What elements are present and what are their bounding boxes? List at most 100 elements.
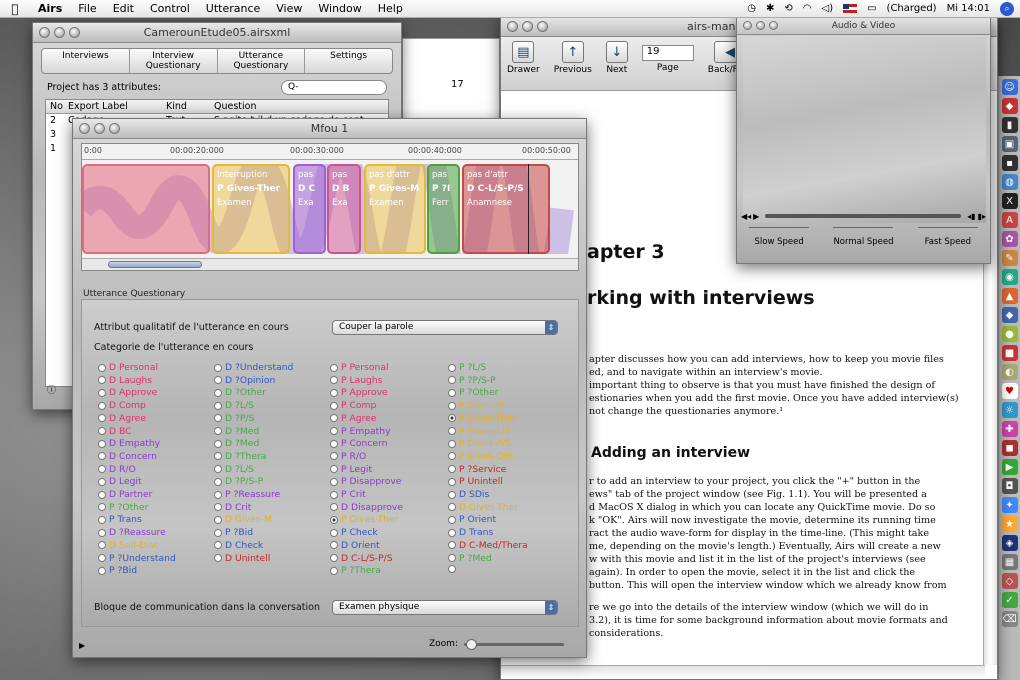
- col-export-label[interactable]: Export Label: [64, 100, 162, 113]
- category-radio[interactable]: P ?Understand: [98, 553, 176, 564]
- timeline[interactable]: 0:00 00:00:20:000 00:00:30:000 00:00:40:…: [81, 143, 579, 271]
- category-radio[interactable]: D Unintell: [214, 553, 270, 564]
- category-radio[interactable]: P Trans: [98, 514, 142, 525]
- radio-button[interactable]: [214, 477, 222, 486]
- playhead[interactable]: [528, 164, 529, 254]
- category-radio[interactable]: D ?P/S-P: [214, 476, 263, 487]
- radio-button[interactable]: [214, 376, 222, 385]
- app-icon-green[interactable]: ◉: [1001, 269, 1018, 285]
- clock-status-icon[interactable]: ◷: [747, 3, 756, 14]
- zoom-icon[interactable]: [69, 27, 80, 38]
- tab-utterance-questionary[interactable]: Utterance Questionary: [218, 49, 306, 73]
- category-radio[interactable]: P Crit: [330, 489, 366, 500]
- category-radio[interactable]: D Orient: [330, 540, 380, 551]
- col-question[interactable]: Question: [210, 100, 388, 113]
- radio-button[interactable]: [98, 490, 106, 499]
- app-icon-yellow[interactable]: ★: [1001, 516, 1018, 532]
- minimize-icon[interactable]: [522, 21, 533, 32]
- radio-button[interactable]: [214, 363, 222, 372]
- radio-button[interactable]: [214, 541, 222, 550]
- zoom-slider[interactable]: [463, 638, 564, 650]
- project-titlebar[interactable]: CamerounEtude05.airsxml: [33, 23, 401, 43]
- category-radio[interactable]: D Self-Disc: [98, 540, 159, 551]
- segment[interactable]: Interruption P Gives-Ther Examen: [212, 164, 290, 254]
- app-icon-red[interactable]: ◆: [1001, 98, 1018, 114]
- category-radio[interactable]: P R/O: [330, 451, 366, 462]
- menu-view[interactable]: View: [268, 2, 310, 15]
- zoom-icon[interactable]: [769, 21, 778, 30]
- close-icon[interactable]: [507, 21, 518, 32]
- drawer-button[interactable]: ▤ Drawer: [507, 41, 540, 75]
- radio-button[interactable]: [330, 388, 338, 397]
- app-icon-gray[interactable]: ▣: [1001, 136, 1018, 152]
- col-kind[interactable]: Kind: [162, 100, 210, 113]
- app-icon-blue2[interactable]: ✦: [1001, 497, 1018, 513]
- category-radio[interactable]: D C-L/S-P/S: [330, 553, 393, 564]
- radio-button[interactable]: [214, 503, 222, 512]
- radio-button[interactable]: [214, 427, 222, 435]
- search-input[interactable]: Q-: [281, 80, 387, 95]
- pencil-icon[interactable]: ✎: [1001, 250, 1018, 266]
- play-small-icon[interactable]: ▶: [79, 641, 85, 650]
- radio-button[interactable]: [214, 490, 222, 499]
- radio-button[interactable]: [330, 465, 338, 474]
- app-icon-green2[interactable]: ▶: [1001, 459, 1018, 475]
- x11-icon[interactable]: X: [1001, 193, 1018, 209]
- segment[interactable]: pas D C Exa: [293, 164, 326, 254]
- radio-button[interactable]: [448, 376, 456, 385]
- apple-menu-icon[interactable]: : [0, 2, 30, 16]
- radio-button[interactable]: [98, 414, 106, 423]
- zoom-icon[interactable]: [109, 123, 120, 134]
- category-radio[interactable]: D ?L/S: [214, 464, 254, 475]
- app-icon-maroon[interactable]: ◼: [1001, 440, 1018, 456]
- wifi-icon[interactable]: ◠: [803, 3, 812, 14]
- radio-button[interactable]: [330, 452, 338, 461]
- minimize-icon[interactable]: [756, 21, 765, 30]
- category-radio[interactable]: P Concern: [330, 438, 387, 449]
- sync-icon[interactable]: ⟲: [784, 3, 792, 14]
- radio-button[interactable]: [330, 427, 338, 435]
- step-forward-icon[interactable]: ▮▸: [978, 212, 986, 221]
- timeline-scrollbar[interactable]: [82, 258, 578, 270]
- radio-button[interactable]: [330, 528, 338, 537]
- app-icon-green3[interactable]: ✓: [1001, 592, 1018, 608]
- radio-button[interactable]: [330, 363, 338, 372]
- document-hscroll[interactable]: [501, 665, 985, 679]
- radio-button[interactable]: [98, 388, 106, 397]
- radio-button[interactable]: [98, 477, 106, 486]
- category-radio[interactable]: P Approve: [330, 387, 388, 398]
- category-radio[interactable]: P Disapprove: [330, 476, 401, 487]
- app-icon-pink[interactable]: ✚: [1001, 421, 1018, 437]
- category-radio[interactable]: P ?Reassure: [214, 489, 280, 500]
- tab-settings[interactable]: Settings: [305, 49, 392, 73]
- tab-interviews[interactable]: Interviews: [42, 49, 130, 73]
- volume-icon[interactable]: ◁): [822, 3, 834, 14]
- category-radio[interactable]: D ?Thera: [214, 451, 266, 462]
- radio-button[interactable]: [448, 477, 456, 486]
- radio-button[interactable]: [448, 554, 456, 562]
- category-radio[interactable]: D C-Med/Thera: [448, 540, 528, 551]
- category-radio[interactable]: D Concern: [98, 451, 157, 462]
- category-radio[interactable]: D Check: [214, 540, 263, 551]
- bluetooth-icon[interactable]: ✱: [766, 3, 774, 14]
- radio-button[interactable]: [98, 541, 106, 550]
- category-radio[interactable]: D Crit: [214, 502, 251, 513]
- radio-button[interactable]: [98, 376, 106, 385]
- category-radio[interactable]: D Agree: [98, 413, 146, 424]
- app-icon-dark[interactable]: ▪: [1001, 155, 1018, 171]
- col-no[interactable]: No: [46, 100, 64, 113]
- category-radio[interactable]: D Gives-M: [214, 514, 272, 525]
- radio-button[interactable]: [214, 465, 222, 474]
- radio-button[interactable]: [330, 477, 338, 486]
- radio-button[interactable]: [448, 427, 456, 435]
- radio-button[interactable]: [330, 376, 338, 385]
- radio-button[interactable]: [330, 401, 338, 410]
- app-icon-navy[interactable]: ◈: [1001, 535, 1018, 551]
- category-radio[interactable]: D R/O: [98, 464, 136, 475]
- app-icon-gray3[interactable]: ▦: [1001, 554, 1018, 570]
- spotlight-icon[interactable]: ⌕: [1000, 1, 1014, 16]
- category-radio[interactable]: P ?L/S: [448, 362, 486, 373]
- category-radio[interactable]: P ?Med: [448, 553, 492, 564]
- category-radio[interactable]: D Disapprove: [330, 502, 403, 513]
- category-radio[interactable]: D ?L/S: [214, 400, 254, 411]
